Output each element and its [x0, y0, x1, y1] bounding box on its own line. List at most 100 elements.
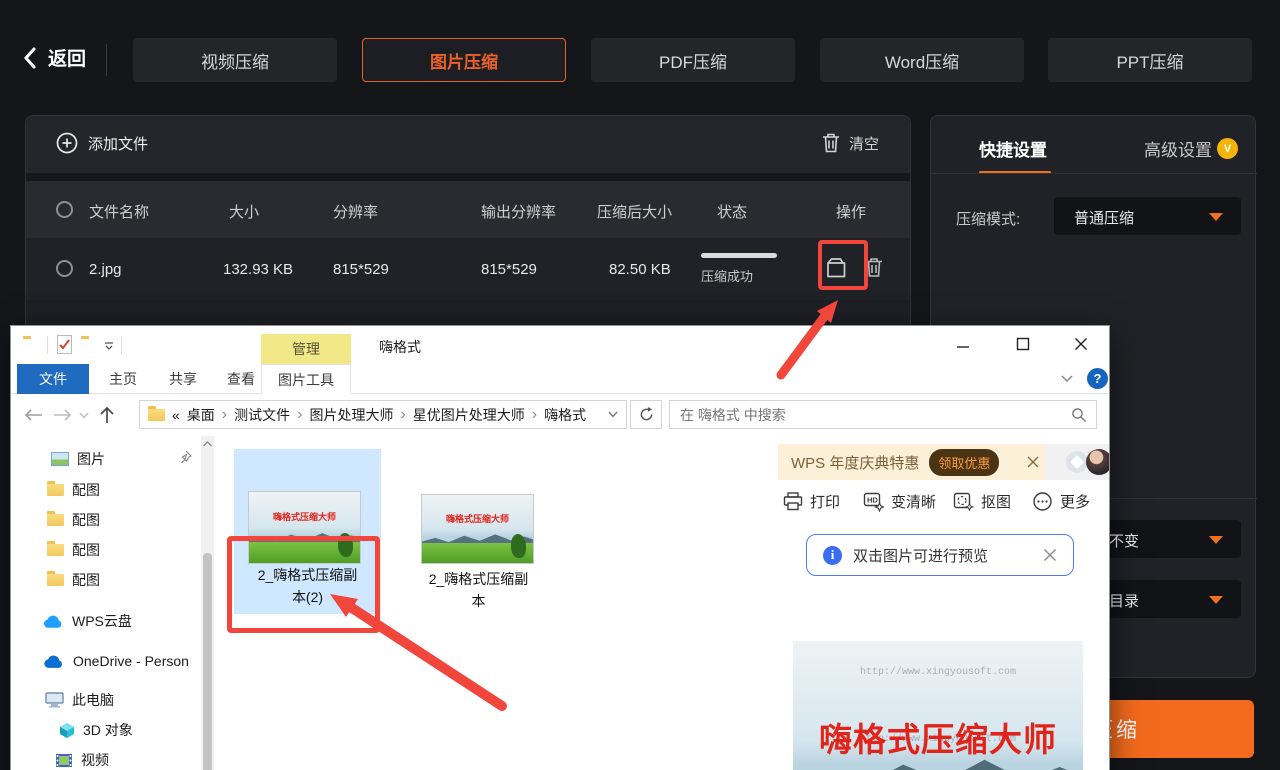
- breadcrumb-test-files[interactable]: 测试文件: [234, 405, 290, 425]
- quick-access-check-icon[interactable]: [57, 335, 72, 354]
- refresh-button[interactable]: [630, 400, 662, 429]
- print-button[interactable]: 打印: [783, 491, 840, 512]
- tooltip-close-icon[interactable]: [1043, 548, 1057, 562]
- mode-caret-icon: [1209, 213, 1223, 221]
- sidebar-item-pictures[interactable]: 图片: [51, 446, 105, 472]
- cutout-button[interactable]: 抠图: [953, 491, 1011, 512]
- nav-back-icon[interactable]: [23, 408, 43, 422]
- minimize-button[interactable]: [956, 339, 970, 353]
- user-avatar[interactable]: [1086, 449, 1109, 475]
- breadcrumb-xingyou[interactable]: 星优图片处理大师: [413, 405, 525, 425]
- back-button[interactable]: 返回: [22, 44, 86, 71]
- tab-quick-settings[interactable]: 快捷设置: [979, 136, 1047, 161]
- clear-label: 清空: [849, 135, 880, 153]
- qat-divider: [47, 336, 48, 354]
- tab-advanced-settings[interactable]: 高级设置: [1144, 136, 1212, 161]
- table-row[interactable]: 2.jpg 132.93 KB 815*529 815*529 82.50 KB…: [26, 238, 910, 300]
- banner-close-icon[interactable]: [1027, 456, 1039, 468]
- 3d-objects-icon: [60, 722, 74, 738]
- tab-image-compress[interactable]: 图片压缩: [362, 38, 566, 82]
- sidebar-item-onedrive[interactable]: OneDrive - Person: [43, 648, 208, 674]
- preview-image[interactable]: http://www.xingyousoft.com http://www.xi…: [793, 641, 1083, 770]
- nav-forward-icon[interactable]: [53, 408, 73, 422]
- explorer-titlebar[interactable]: 管理 嗨格式: [11, 326, 1109, 364]
- screen: 返回 视频压缩 图片压缩 PDF压缩 Word压缩 PPT压缩 添加文件 清空: [0, 0, 1280, 770]
- clear-button[interactable]: 清空: [821, 132, 879, 154]
- wps-toolbar: 打印 HD 变清晰 抠图 更多: [771, 488, 1109, 520]
- sidebar-item-peitu-4[interactable]: 配图: [47, 567, 100, 593]
- breadcrumb-sep: ›: [400, 405, 406, 423]
- table-header: 文件名称 大小 分辨率 输出分辨率 压缩后大小 状态 操作: [26, 181, 910, 238]
- svg-text:HD: HD: [867, 496, 878, 505]
- folder-icon: [47, 511, 64, 526]
- breadcrumb-desktop[interactable]: 桌面: [187, 405, 215, 425]
- qat-customize-caret-icon[interactable]: [104, 341, 114, 351]
- sidebar-item-peitu-1[interactable]: 配图: [47, 477, 100, 503]
- sidebar-item-3d-objects[interactable]: 3D 对象: [59, 717, 133, 743]
- scroll-up-icon[interactable]: [203, 441, 212, 447]
- more-button[interactable]: 更多: [1032, 491, 1090, 512]
- address-bar[interactable]: « 桌面 › 测试文件 › 图片处理大师 › 星优图片处理大师 › 嗨格式: [139, 400, 627, 429]
- row-checkbox[interactable]: [56, 260, 73, 277]
- tab-pdf-compress[interactable]: PDF压缩: [591, 38, 795, 82]
- manage-contextual-tab[interactable]: 管理: [261, 334, 351, 364]
- resolution-value: 不变: [1109, 533, 1140, 550]
- search-box[interactable]: [669, 400, 1097, 429]
- scrollbar-thumb[interactable]: [203, 553, 212, 770]
- address-folder-icon: [148, 405, 165, 421]
- col-filename: 文件名称: [89, 204, 150, 221]
- maximize-button[interactable]: [1016, 337, 1030, 351]
- breadcrumb-haigeshi[interactable]: 嗨格式: [544, 405, 586, 425]
- claim-offer-button[interactable]: 领取优惠: [929, 448, 1000, 476]
- select-all-checkbox[interactable]: [56, 201, 73, 218]
- add-file-button[interactable]: 添加文件: [56, 132, 148, 154]
- vip-coin-icon: V: [1217, 138, 1238, 159]
- breadcrumb-sep: ›: [297, 405, 303, 423]
- banner-text: WPS 年度庆典特惠: [791, 454, 920, 472]
- sidebar-scrollbar[interactable]: [201, 436, 214, 770]
- breadcrumb-image-master[interactable]: 图片处理大师: [309, 405, 393, 425]
- tab-ppt-compress[interactable]: PPT压缩: [1048, 38, 1252, 82]
- ribbon-tab-share[interactable]: 共享: [155, 364, 211, 394]
- print-icon: [783, 492, 803, 511]
- col-compressed-size: 压缩后大小: [597, 204, 673, 221]
- back-label: 返回: [48, 49, 87, 70]
- sidebar-item-peitu-2[interactable]: 配图: [47, 507, 100, 533]
- ribbon-tab-home[interactable]: 主页: [95, 364, 151, 394]
- enhance-button[interactable]: HD 变清晰: [863, 491, 936, 512]
- mode-dropdown[interactable]: 普通压缩: [1054, 197, 1241, 235]
- plus-circle-icon: [56, 132, 78, 154]
- qat-divider2: [121, 336, 122, 354]
- wps-member-icon[interactable]: [1066, 451, 1088, 473]
- output-dir-caret-icon: [1209, 596, 1223, 604]
- sidebar-item-wps-cloud[interactable]: WPS云盘: [43, 608, 132, 634]
- videos-icon: [56, 753, 72, 767]
- watermark-text: http://www.xingyousoft.com: [859, 667, 1017, 678]
- file-thumbnail-copy1[interactable]: 嗨格式压缩大师: [421, 494, 534, 564]
- sidebar-item-videos[interactable]: 视频: [55, 747, 109, 770]
- help-button[interactable]: ?: [1087, 368, 1108, 389]
- sidebar-item-peitu-3[interactable]: 配图: [47, 537, 100, 563]
- folder-icon: [47, 481, 64, 496]
- close-button[interactable]: [1074, 337, 1088, 351]
- info-icon: i: [823, 545, 842, 565]
- explorer-content: 图片 配图 配图 配图 配图 WPS云盘 OneDrive - Person 此…: [11, 436, 1109, 770]
- wps-banner-promo[interactable]: WPS 年度庆典特惠 领取优惠: [778, 444, 1044, 480]
- tab-video-compress[interactable]: 视频压缩: [133, 38, 337, 82]
- refresh-icon: [640, 407, 652, 421]
- address-caret-icon[interactable]: [608, 411, 618, 418]
- search-icon: [1072, 408, 1086, 422]
- sidebar-item-this-pc[interactable]: 此电脑: [45, 687, 114, 713]
- nav-recent-caret-icon[interactable]: [79, 412, 89, 419]
- search-input[interactable]: [670, 401, 1060, 428]
- nav-up-icon[interactable]: [99, 406, 115, 424]
- resolution-caret-icon: [1209, 536, 1223, 544]
- ribbon-collapse-icon[interactable]: [1061, 375, 1073, 383]
- tooltip-text: 双击图片可进行预览: [853, 547, 989, 565]
- ribbon-tab-picture-tools[interactable]: 图片工具: [261, 364, 351, 394]
- tab-word-compress[interactable]: Word压缩: [820, 38, 1024, 82]
- ribbon-tab-file[interactable]: 文件: [17, 364, 89, 394]
- cell-compressed-size: 82.50 KB: [609, 261, 671, 278]
- col-output-resolution: 输出分辨率: [481, 204, 557, 221]
- settings-tabs-divider: [931, 173, 1257, 174]
